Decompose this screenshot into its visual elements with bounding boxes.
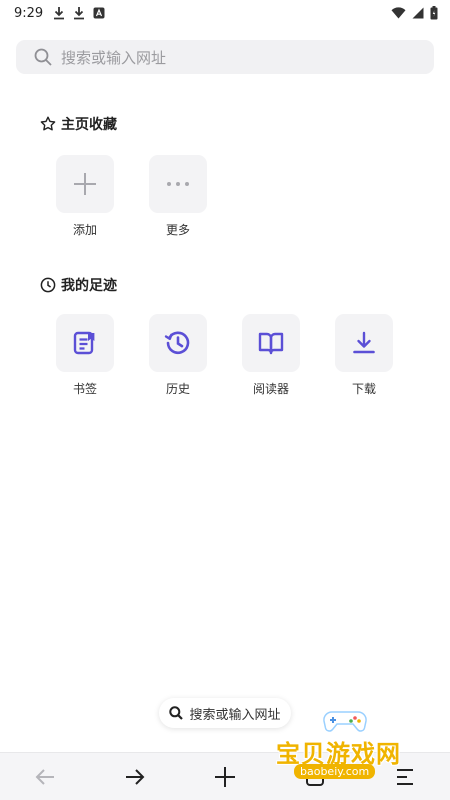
gamepad-icon <box>322 706 368 734</box>
search-bar[interactable]: 搜索或输入网址 <box>16 40 434 74</box>
tile-history-label: 历史 <box>165 382 190 396</box>
tile-bookmarks[interactable]: 书签 <box>56 314 114 397</box>
bottom-toolbar <box>0 752 450 800</box>
tile-bookmarks-label: 书签 <box>72 382 97 396</box>
traces-row: 书签 历史 阅读器 下载 <box>56 314 428 397</box>
favorites-row: 添加 更多 <box>56 155 242 238</box>
tile-reader[interactable]: 阅读器 <box>242 314 300 397</box>
new-tab-plus-icon <box>214 766 236 788</box>
tile-reader-box[interactable] <box>242 314 300 372</box>
tile-add-box[interactable] <box>56 155 114 213</box>
book-open-icon <box>257 330 285 356</box>
tile-more-label: 更多 <box>165 223 190 237</box>
bookmark-icon <box>72 330 98 356</box>
notification-icons <box>53 6 105 20</box>
history-icon <box>164 329 192 357</box>
search-icon-small <box>169 706 184 720</box>
tile-downloads-label: 下载 <box>351 382 376 396</box>
plus-icon <box>72 171 98 197</box>
tile-add[interactable]: 添加 <box>56 155 114 238</box>
battery-icon <box>430 6 438 20</box>
forward-arrow-icon <box>125 768 145 786</box>
status-time: 9:29 <box>14 5 44 21</box>
tile-add-label: 添加 <box>72 223 97 237</box>
tile-reader-label: 阅读器 <box>252 382 289 396</box>
search-placeholder: 搜索或输入网址 <box>61 48 167 67</box>
forward-button[interactable] <box>110 753 160 800</box>
tabs-icon <box>305 767 325 787</box>
status-right-icons <box>391 6 438 20</box>
more-dots-icon <box>166 181 190 187</box>
download-icon <box>351 330 377 356</box>
new-tab-button[interactable] <box>200 753 250 800</box>
app-store-notification-icon <box>93 7 105 19</box>
signal-icon <box>412 7 424 19</box>
back-arrow-icon <box>35 768 55 786</box>
download-notification-icon-2 <box>73 6 85 20</box>
star-icon <box>40 116 56 132</box>
favorites-title-text: 主页收藏 <box>61 117 117 133</box>
tile-downloads[interactable]: 下载 <box>335 314 393 397</box>
favorites-section-title: 主页收藏 <box>40 114 117 134</box>
menu-icon <box>395 768 415 786</box>
tile-history-box[interactable] <box>149 314 207 372</box>
search-icon <box>34 48 52 66</box>
traces-title-text: 我的足迹 <box>61 278 117 294</box>
tile-bookmarks-box[interactable] <box>56 314 114 372</box>
download-notification-icon <box>53 6 65 20</box>
tabs-button[interactable] <box>290 753 340 800</box>
floating-search-label: 搜索或输入网址 <box>189 707 281 723</box>
status-bar: 9:29 <box>0 0 450 26</box>
floating-search-button[interactable]: 搜索或输入网址 <box>159 698 291 728</box>
traces-section-title: 我的足迹 <box>40 275 117 295</box>
tile-more-box[interactable] <box>149 155 207 213</box>
menu-button[interactable] <box>380 753 430 800</box>
tile-downloads-box[interactable] <box>335 314 393 372</box>
back-button[interactable] <box>20 753 70 800</box>
tile-more[interactable]: 更多 <box>149 155 207 238</box>
tile-history[interactable]: 历史 <box>149 314 207 397</box>
clock-icon <box>40 277 56 293</box>
wifi-icon <box>391 7 406 19</box>
